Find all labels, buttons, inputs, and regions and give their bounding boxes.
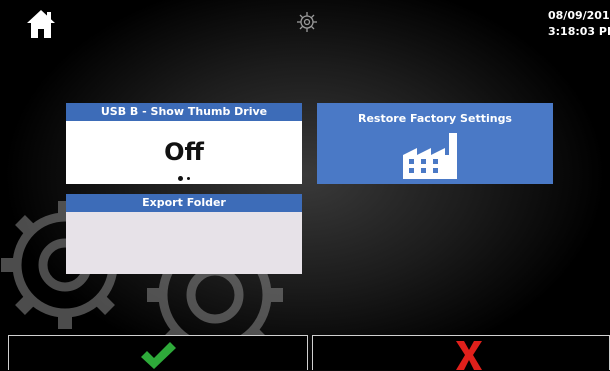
confirm-button[interactable] (8, 335, 308, 370)
checkmark-icon (141, 342, 176, 369)
export-folder-card[interactable]: Export Folder (66, 194, 302, 274)
usb-toggle-value: Off (164, 138, 204, 166)
restore-factory-settings-label: Restore Factory Settings (358, 112, 512, 125)
usb-card-title: USB B - Show Thumb Drive (66, 103, 302, 121)
date-text: 08/09/2019 (548, 9, 610, 22)
factory-icon (403, 133, 457, 179)
time-text: 3:18:03 PM (548, 25, 610, 38)
restore-factory-settings-button[interactable]: Restore Factory Settings (317, 103, 553, 184)
export-folder-title: Export Folder (66, 194, 302, 212)
gear-icon[interactable] (296, 11, 318, 33)
page-indicator-dots (66, 168, 302, 181)
x-icon (456, 341, 482, 370)
page-dot (187, 177, 190, 180)
usb-thumb-drive-toggle[interactable]: USB B - Show Thumb Drive Off (66, 103, 302, 184)
datetime-display: 08/09/2019 3:18:03 PM (548, 8, 610, 40)
home-icon[interactable] (26, 8, 56, 40)
page-dot-active (178, 176, 183, 181)
footer-bar (0, 335, 610, 370)
cancel-button[interactable] (312, 335, 610, 370)
